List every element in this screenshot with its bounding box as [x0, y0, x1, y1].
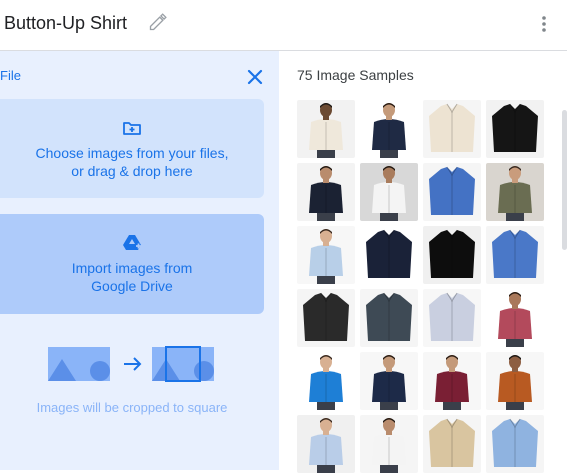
sample-thumbnail[interactable] — [297, 289, 355, 347]
sample-thumbnail[interactable] — [360, 289, 418, 347]
page-title: Button-Up Shirt — [4, 13, 128, 33]
sample-thumbnail[interactable] — [423, 226, 481, 284]
sample-thumbnail[interactable] — [360, 226, 418, 284]
sample-thumbnail[interactable] — [423, 100, 481, 158]
sample-thumbnail[interactable] — [423, 289, 481, 347]
sample-thumbnail[interactable] — [423, 352, 481, 410]
sample-thumbnail[interactable] — [423, 415, 481, 473]
import-from-drive-button[interactable]: Import images from Google Drive — [0, 214, 264, 314]
sample-thumbnail[interactable] — [297, 163, 355, 221]
sample-thumbnail[interactable] — [360, 100, 418, 158]
sample-thumbnail[interactable] — [360, 352, 418, 410]
crop-illustration — [48, 346, 214, 382]
crop-note: Images will be cropped to square — [36, 400, 228, 415]
file-panel: File Choose images from your files, or d… — [0, 51, 279, 470]
panel-title: File — [0, 68, 21, 83]
sample-thumbnail[interactable] — [486, 415, 544, 473]
sample-thumbnail[interactable] — [297, 352, 355, 410]
sample-thumbnail[interactable] — [297, 100, 355, 158]
sample-thumbnail[interactable] — [297, 415, 355, 473]
sample-thumbnail[interactable] — [297, 226, 355, 284]
folder-add-icon — [123, 122, 141, 135]
close-icon[interactable] — [245, 67, 265, 87]
upload-from-files-button[interactable]: Choose images from your files, or drag &… — [0, 99, 264, 198]
scrollbar[interactable] — [562, 110, 567, 250]
sample-thumbnail[interactable] — [486, 100, 544, 158]
more-vert-icon[interactable] — [534, 14, 554, 34]
app-header: Button-Up Shirt — [0, 0, 567, 51]
sample-thumbnail[interactable] — [486, 163, 544, 221]
sample-thumbnail[interactable] — [423, 163, 481, 221]
drive-line-2: Google Drive — [91, 278, 173, 294]
pencil-icon[interactable] — [148, 12, 168, 32]
sample-thumbnail[interactable] — [360, 415, 418, 473]
sample-thumbnail[interactable] — [486, 226, 544, 284]
samples-title: 75 Image Samples — [297, 67, 414, 83]
google-drive-icon — [123, 235, 141, 250]
sample-thumbnail[interactable] — [360, 163, 418, 221]
sample-thumbnail[interactable] — [486, 289, 544, 347]
sample-thumbnail[interactable] — [486, 352, 544, 410]
drive-line-1: Import images from — [71, 260, 193, 276]
upload-line-1: Choose images from your files, — [35, 145, 229, 161]
upload-line-2: or drag & drop here — [71, 163, 193, 179]
